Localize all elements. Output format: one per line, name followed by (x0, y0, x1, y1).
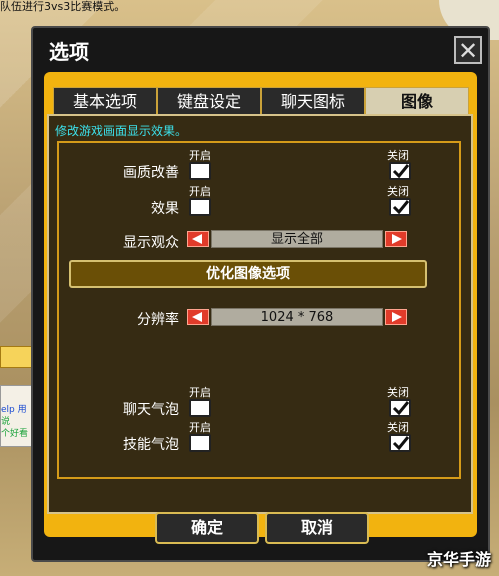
tab-description: 修改游戏画面显示效果。 (55, 124, 188, 138)
close-button[interactable]: ✕ (454, 36, 482, 64)
off-label: 关闭 (387, 421, 409, 434)
graphics-content: 修改游戏画面显示效果。 开启 关闭 画质改善 开启 关闭 效果 显示观众 显示全 (47, 114, 473, 514)
background-chat-line: 个好看 (1, 429, 29, 439)
resolution-value: 1024 * 768 (211, 308, 383, 326)
tab-bar: 基本选项 键盘设定 聊天图标 图像 (53, 87, 469, 114)
optimize-graphics-button[interactable]: 优化图像选项 (69, 260, 427, 288)
skill-bubble-label: 技能气泡 (123, 437, 179, 453)
arrow-right-icon (392, 312, 402, 322)
audience-label: 显示观众 (123, 235, 179, 251)
effects-on-checkbox[interactable] (189, 198, 211, 216)
check-icon (392, 436, 410, 451)
audience-value: 显示全部 (211, 230, 383, 248)
check-icon (392, 164, 410, 179)
confirm-button[interactable]: 确定 (155, 512, 259, 544)
settings-box: 开启 关闭 画质改善 开启 关闭 效果 显示观众 显示全部 优化图像选项 分辨率… (57, 141, 461, 479)
on-label: 开启 (189, 149, 211, 162)
watermark: 京华手游 (426, 550, 491, 569)
tab-keyboard[interactable]: 键盘设定 (157, 87, 261, 114)
arrow-left-icon (192, 234, 202, 244)
quality-on-checkbox[interactable] (189, 162, 211, 180)
skill-bubble-on-checkbox[interactable] (189, 434, 211, 452)
on-label: 开启 (189, 386, 211, 399)
effects-off-checkbox[interactable] (389, 198, 411, 216)
off-label: 关闭 (387, 386, 409, 399)
resolution-prev-button[interactable] (187, 309, 209, 325)
off-label: 关闭 (387, 149, 409, 162)
audience-next-button[interactable] (385, 231, 407, 247)
cancel-button[interactable]: 取消 (265, 512, 369, 544)
resolution-next-button[interactable] (385, 309, 407, 325)
check-icon (392, 200, 410, 215)
options-dialog: 选项 ✕ 基本选项 键盘设定 聊天图标 图像 修改游戏画面显示效果。 开启 关闭… (31, 26, 490, 562)
quality-label: 画质改善 (123, 165, 179, 181)
effects-label: 效果 (151, 201, 179, 217)
background-text: 队伍进行3vs3比赛模式。 (0, 0, 126, 13)
tab-graphics[interactable]: 图像 (365, 87, 469, 114)
quality-off-checkbox[interactable] (389, 162, 411, 180)
chat-bubble-on-checkbox[interactable] (189, 399, 211, 417)
dialog-title: 选项 (49, 40, 89, 64)
close-icon: ✕ (457, 37, 479, 65)
off-label: 关闭 (387, 185, 409, 198)
chat-bubble-off-checkbox[interactable] (389, 399, 411, 417)
check-icon (392, 401, 410, 416)
on-label: 开启 (189, 421, 211, 434)
skill-bubble-off-checkbox[interactable] (389, 434, 411, 452)
chat-bubble-label: 聊天气泡 (123, 402, 179, 418)
resolution-label: 分辨率 (137, 312, 179, 328)
tab-chat-icons[interactable]: 聊天图标 (261, 87, 365, 114)
audience-prev-button[interactable] (187, 231, 209, 247)
arrow-left-icon (192, 312, 202, 322)
on-label: 开启 (189, 185, 211, 198)
arrow-right-icon (392, 234, 402, 244)
tab-basic[interactable]: 基本选项 (53, 87, 157, 114)
